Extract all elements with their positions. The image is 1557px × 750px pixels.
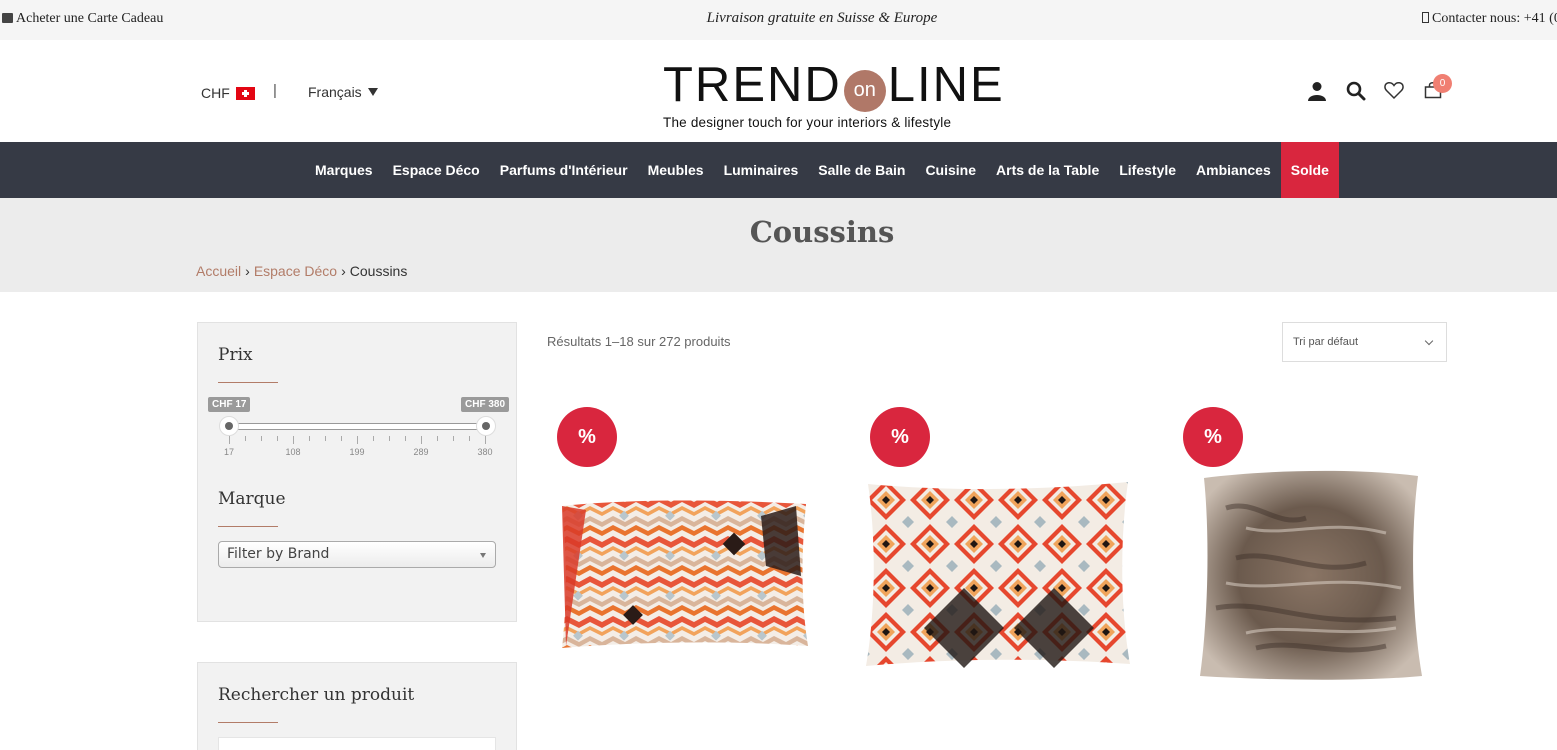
logo-tagline: The designer touch for your interiors & … — [663, 115, 952, 130]
slider-tick-label: 199 — [349, 447, 365, 457]
nav-item-lifestyle[interactable]: Lifestyle — [1109, 142, 1186, 198]
slider-tick — [341, 436, 342, 441]
language-switcher[interactable]: Français — [308, 84, 378, 100]
site-header: CHF | Français TREND on LINE The designer … — [0, 40, 1557, 142]
nav-item-arts-de-la-table[interactable]: Arts de la Table — [986, 142, 1109, 198]
nav-item-ambiances[interactable]: Ambiances — [1186, 142, 1281, 198]
slider-tick — [261, 436, 262, 441]
title-underline — [218, 722, 278, 723]
sort-select-value: Tri par défaut — [1293, 336, 1359, 348]
phone-icon — [1422, 12, 1429, 23]
sale-badge: % — [870, 407, 930, 467]
slider-tick — [421, 436, 422, 444]
page-title-band: Coussins Accueil › Espace Déco › Coussins — [0, 198, 1557, 292]
logo-on-circle: on — [843, 70, 886, 112]
brand-select-value: Filter by Brand — [227, 546, 330, 562]
slider-tick — [485, 436, 486, 444]
breadcrumb: Accueil › Espace Déco › Coussins — [196, 263, 407, 279]
currency-label: CHF — [201, 85, 230, 101]
slider-tick — [437, 436, 438, 441]
heart-icon[interactable] — [1384, 81, 1404, 100]
title-underline — [218, 382, 278, 383]
price-slider-track[interactable] — [229, 423, 486, 430]
slider-tick — [469, 436, 470, 441]
product-image-kilim-cushion-large[interactable] — [864, 478, 1132, 670]
product-image-faux-fur-cushion[interactable] — [1196, 468, 1424, 683]
title-underline — [218, 526, 278, 527]
slider-tick — [309, 436, 310, 441]
slider-tick — [245, 436, 246, 441]
nav-item-espace-deco[interactable]: Espace Déco — [383, 142, 490, 198]
filter-widget: Prix CHF 17 CHF 380 17 108 199 289 380 M… — [197, 322, 517, 622]
slider-tick-label: 380 — [477, 447, 493, 457]
breadcrumb-home[interactable]: Accueil — [196, 263, 241, 279]
top-bar: Acheter une Carte Cadeau Livraison gratu… — [0, 0, 1557, 40]
slider-tick — [405, 436, 406, 441]
nav-item-salle-de-bain[interactable]: Salle de Bain — [808, 142, 915, 198]
slider-tick-label: 108 — [285, 447, 301, 457]
nav-item-solde[interactable]: Solde — [1280, 142, 1339, 198]
slider-tick — [277, 436, 278, 441]
nav-item-luminaires[interactable]: Luminaires — [714, 142, 809, 198]
slider-tick-label: 17 — [223, 447, 234, 457]
nav-item-parfums[interactable]: Parfums d'Intérieur — [490, 142, 638, 198]
nav-item-meubles[interactable]: Meubles — [638, 142, 714, 198]
main-navigation: Marques Espace Déco Parfums d'Intérieur … — [0, 142, 1557, 198]
slider-tick — [357, 436, 358, 444]
price-filter-title: Prix — [218, 345, 253, 365]
price-slider-min-handle[interactable] — [219, 416, 239, 436]
slider-tick — [325, 436, 326, 441]
search-icon[interactable] — [1346, 81, 1366, 101]
product-search-input[interactable] — [218, 737, 496, 750]
slider-tick — [389, 436, 390, 441]
nav-item-cuisine[interactable]: Cuisine — [915, 142, 986, 198]
breadcrumb-separator: › — [245, 263, 250, 279]
breadcrumb-separator: › — [341, 263, 346, 279]
header-separator: | — [273, 82, 277, 99]
product-image-kilim-cushion-small[interactable] — [556, 496, 814, 652]
breadcrumb-current: Coussins — [349, 263, 408, 279]
shipping-notice: Livraison gratuite en Suisse & Europe — [706, 10, 938, 26]
currency-switcher[interactable]: CHF — [201, 85, 255, 101]
user-icon[interactable] — [1307, 81, 1327, 101]
site-logo[interactable]: TREND on LINE The designer touch for your … — [663, 58, 1003, 130]
slider-tick — [373, 436, 374, 441]
caret-down-icon — [367, 88, 378, 96]
logo-text-trend: TREND — [663, 58, 842, 112]
slider-tick — [293, 436, 294, 444]
nav-item-marques[interactable]: Marques — [305, 142, 383, 198]
logo-text-line: LINE — [887, 58, 1005, 112]
select-arrow-icon — [480, 553, 486, 558]
sort-select[interactable]: Tri par défaut — [1282, 322, 1447, 362]
chevron-down-icon — [1424, 336, 1434, 346]
sale-badge: % — [557, 407, 617, 467]
results-count: Résultats 1–18 sur 272 produits — [547, 334, 731, 349]
price-slider-max-handle[interactable] — [476, 416, 496, 436]
breadcrumb-parent[interactable]: Espace Déco — [254, 263, 337, 279]
sale-badge: % — [1183, 407, 1243, 467]
slider-tick — [229, 436, 230, 444]
contact-label: Contacter nous: +41 (0 — [1432, 11, 1557, 26]
slider-tick — [453, 436, 454, 441]
price-max-label: CHF 380 — [461, 397, 510, 412]
brand-filter-title: Marque — [218, 489, 286, 509]
cart-count-badge: 0 — [1433, 74, 1452, 93]
slider-tick-label: 289 — [413, 447, 429, 457]
contact-link[interactable]: Contacter nous: +41 (0 — [1422, 11, 1557, 27]
brand-filter-select[interactable]: Filter by Brand — [218, 541, 496, 568]
price-min-label: CHF 17 — [208, 397, 251, 412]
product-search-widget: Rechercher un produit — [197, 662, 517, 750]
page-title: Coussins — [749, 215, 895, 249]
product-search-title: Rechercher un produit — [218, 685, 415, 705]
swiss-flag-icon — [235, 87, 255, 100]
language-label: Français — [308, 84, 362, 100]
